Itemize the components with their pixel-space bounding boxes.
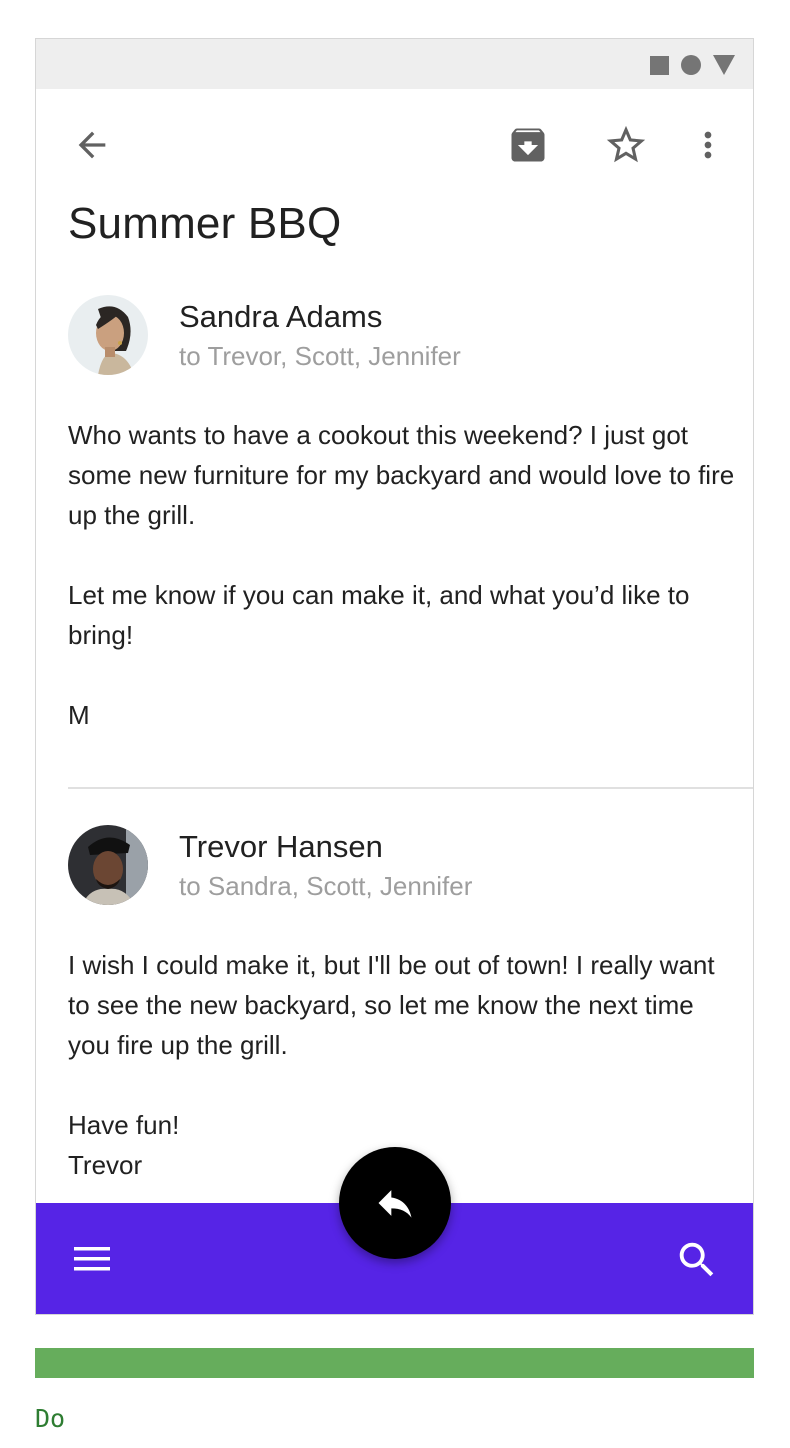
more-options-button[interactable] [686,119,730,171]
star-button[interactable] [598,117,654,173]
recipients: to Sandra, Scott, Jennifer [179,871,473,901]
sender-avatar[interactable] [68,825,148,905]
back-arrow-icon [78,131,106,159]
status-bar [36,39,753,89]
sender-name: Trevor Hansen [179,829,383,864]
phone-frame: Summer BBQ Sandra Adams to Trevor, Scott… [35,38,754,1315]
message-body: Who wants to have a cookout this weekend… [68,420,735,730]
more-vert-icon [704,131,712,159]
reply-fab[interactable] [339,1147,451,1259]
reply-icon [378,1190,412,1218]
avatar-photo [68,295,148,375]
triangle-icon [713,55,735,75]
do-label: Do [35,1404,66,1433]
square-icon [650,55,669,75]
menu-button[interactable] [70,1239,114,1279]
back-button[interactable] [66,119,118,171]
recipients: to Trevor, Scott, Jennifer [179,341,461,371]
do-indicator-bar [35,1348,754,1378]
sender-name: Sandra Adams [179,299,383,334]
message-divider [68,787,753,789]
status-icons [650,55,735,75]
sender-avatar[interactable] [68,295,148,375]
star-icon [606,125,646,163]
search-button[interactable] [674,1237,720,1283]
archive-icon [511,128,545,162]
top-app-bar [36,89,753,199]
archive-button[interactable] [502,119,554,171]
circle-icon [681,55,701,75]
avatar-photo [68,825,148,905]
search-icon [679,1242,714,1277]
menu-icon [74,1247,110,1271]
email-subject: Summer BBQ [68,199,342,248]
